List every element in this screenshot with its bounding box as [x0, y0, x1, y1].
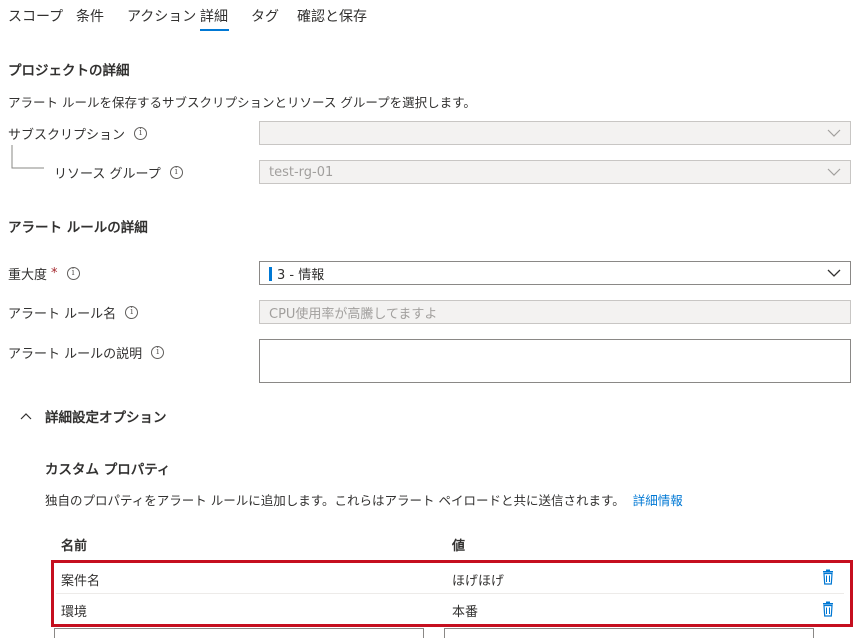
new-property-value-input[interactable] [444, 628, 814, 638]
property-value: 本番 [452, 605, 479, 620]
tab-scope[interactable]: スコープ [8, 6, 63, 26]
tab-review-save[interactable]: 確認と保存 [297, 6, 367, 26]
advanced-options-label: 詳細設定オプション [45, 410, 167, 426]
alert-rule-details-heading: アラート ルールの詳細 [8, 220, 148, 236]
severity-label-text: 重大度 [8, 268, 48, 283]
subscription-label-text: サブスクリプション [8, 128, 126, 143]
column-header-name: 名前 [61, 539, 88, 554]
new-property-name-input[interactable] [54, 628, 424, 638]
rule-description-label-text: アラート ルールの説明 [8, 347, 143, 362]
tab-details[interactable]: 詳細 [200, 6, 228, 26]
resource-group-dropdown[interactable]: test-rg-01 [259, 160, 851, 184]
rule-description-label: アラート ルールの説明 i [8, 343, 165, 362]
custom-properties-description-text: 独自のプロパティをアラート ルールに追加します。これらはアラート ペイロードと共… [45, 493, 625, 508]
custom-properties-heading: カスタム プロパティ [45, 462, 171, 478]
trash-icon[interactable] [822, 569, 834, 585]
info-icon[interactable]: i [66, 267, 80, 280]
tab-actions[interactable]: アクション [127, 6, 196, 26]
row-divider [56, 593, 844, 594]
severity-value: 3 - 情報 [277, 267, 325, 283]
rule-name-value: CPU使用率が高騰してますよ [269, 306, 438, 322]
resource-group-label-text: リソース グループ [54, 167, 161, 182]
project-details-heading: プロジェクトの詳細 [8, 63, 130, 79]
tab-condition[interactable]: 条件 [76, 6, 104, 26]
info-icon[interactable]: i [151, 346, 165, 359]
active-tab-indicator [200, 29, 229, 31]
severity-color-bar [269, 267, 272, 281]
rule-name-label-text: アラート ルール名 [8, 307, 117, 322]
rule-name-input[interactable]: CPU使用率が高騰してますよ [259, 300, 851, 324]
chevron-down-icon [827, 269, 841, 277]
chevron-up-icon [20, 413, 32, 420]
custom-properties-description: 独自のプロパティをアラート ルールに追加します。これらはアラート ペイロードと共… [45, 490, 683, 509]
info-icon[interactable]: i [134, 127, 148, 140]
severity-label: 重大度 * i [8, 264, 80, 283]
resource-group-value: test-rg-01 [269, 164, 334, 180]
rule-name-label: アラート ルール名 i [8, 303, 139, 322]
tree-connector [11, 145, 44, 169]
project-details-description: アラート ルールを保存するサブスクリプションとリソース グループを選択します。 [8, 95, 476, 110]
chevron-down-icon [827, 168, 841, 176]
required-asterisk: * [51, 266, 58, 281]
tab-tags[interactable]: タグ [251, 6, 279, 26]
subscription-label: サブスクリプション i [8, 124, 148, 143]
severity-dropdown[interactable]: 3 - 情報 [259, 261, 851, 285]
subscription-dropdown[interactable] [259, 121, 851, 145]
info-icon[interactable]: i [125, 306, 139, 319]
info-icon[interactable]: i [169, 166, 183, 179]
property-name: 環境 [61, 605, 88, 620]
property-value: ほげほげ [452, 574, 505, 589]
rule-description-textarea[interactable] [259, 339, 851, 383]
learn-more-link[interactable]: 詳細情報 [633, 493, 683, 508]
trash-icon[interactable] [822, 601, 834, 617]
column-header-value: 値 [452, 539, 466, 554]
property-name: 案件名 [61, 574, 101, 589]
resource-group-label: リソース グループ i [54, 163, 183, 182]
chevron-down-icon [827, 129, 841, 137]
advanced-options-toggle[interactable]: 詳細設定オプション [20, 406, 167, 426]
